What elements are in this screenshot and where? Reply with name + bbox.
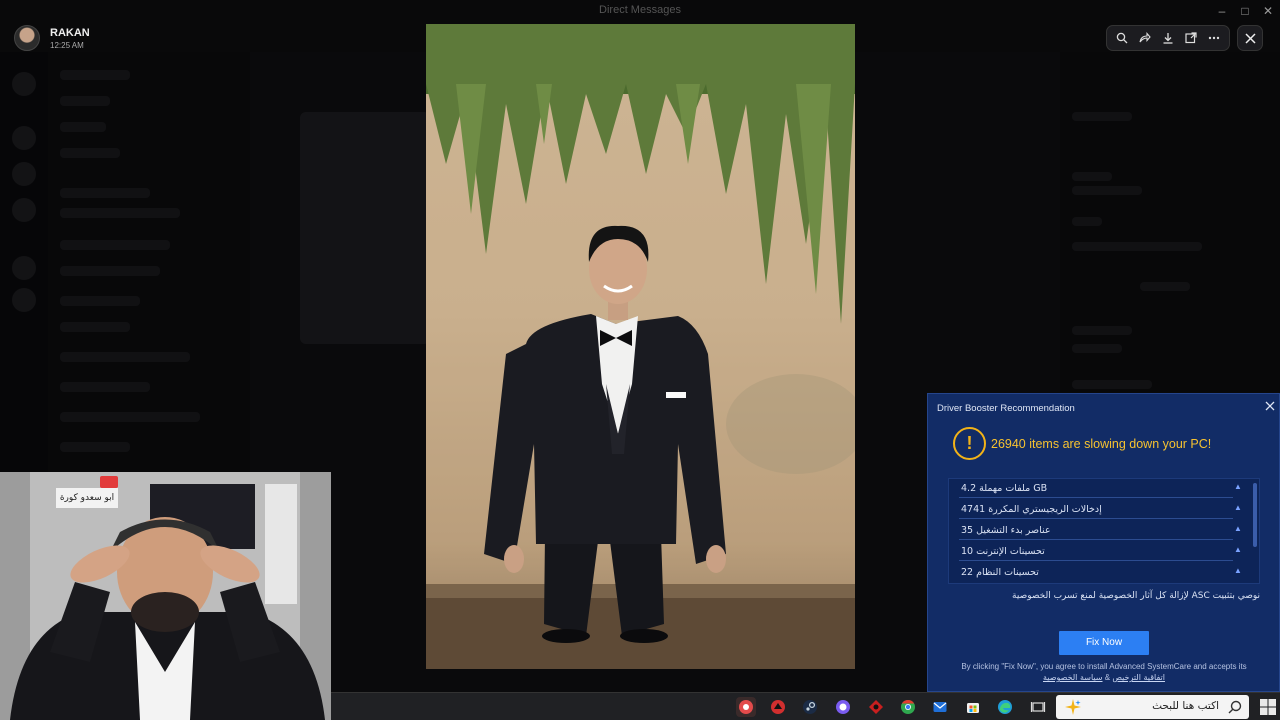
chrome-alt-icon[interactable] — [736, 697, 756, 717]
expand-arrow-icon[interactable]: ▲ — [1233, 524, 1243, 534]
chrome-icon[interactable] — [898, 697, 918, 717]
avatar[interactable] — [14, 25, 40, 51]
webcam-sign: ابو سعدو كورة — [56, 488, 118, 508]
privacy-link[interactable]: سياسة الخصوصية — [1043, 673, 1102, 682]
sparkle-icon — [1065, 699, 1081, 715]
taskbar: اكتب هنا للبحث — [331, 692, 1280, 720]
issue-label: تحسينات النظام 22 — [961, 567, 1039, 578]
viewer-image[interactable] — [426, 24, 855, 669]
link-separator: & — [1104, 673, 1111, 682]
search-icon — [1228, 700, 1242, 714]
disclaimer: By clicking "Fix Now", you agree to inst… — [942, 661, 1266, 683]
webcam-overlay: ابو سعدو كورة — [0, 472, 331, 720]
windows-start-icon[interactable] — [1259, 698, 1277, 716]
expand-arrow-icon[interactable]: ▲ — [1233, 503, 1243, 513]
list-scrollbar[interactable] — [1253, 483, 1257, 547]
disclaimer-text: By clicking "Fix Now", you agree to inst… — [961, 662, 1247, 671]
viewer-toolbar — [1106, 25, 1230, 51]
author-name: RAKAN — [50, 26, 90, 39]
issue-label: عناصر بدء التشغيل 35 — [961, 525, 1051, 536]
expand-arrow-icon[interactable]: ▲ — [1233, 566, 1243, 576]
issue-row[interactable]: عناصر بدء التشغيل 35 ▲ — [949, 521, 1249, 542]
expand-arrow-icon[interactable]: ▲ — [1233, 545, 1243, 555]
issue-label: ملفات مهملة 4.2 GB — [961, 483, 1048, 494]
mail-icon[interactable] — [930, 697, 950, 717]
title-bar: Direct Messages – □ ✕ — [0, 0, 1280, 22]
edge-icon[interactable] — [995, 697, 1015, 717]
viewer-author[interactable]: RAKAN 12:25 AM — [14, 24, 90, 52]
viewer-close-button[interactable] — [1237, 25, 1263, 51]
privacy-recommendation: نوصي بتثبيت ASC لإزالة كل آثار الخصوصية … — [1012, 591, 1260, 601]
search-placeholder[interactable]: اكتب هنا للبحث — [1152, 700, 1219, 712]
steam-icon[interactable] — [800, 697, 820, 717]
driver-booster-popup: Driver Booster Recommendation ! 26940 it… — [927, 393, 1280, 692]
warning-icon: ! — [953, 427, 986, 460]
issue-list: ملفات مهملة 4.2 GB ▲ إدخالات الريجيستري … — [948, 478, 1260, 584]
popup-title: Driver Booster Recommendation — [937, 403, 1075, 414]
author-timestamp: 12:25 AM — [50, 40, 84, 50]
expand-arrow-icon[interactable]: ▲ — [1233, 482, 1243, 492]
popup-close-icon[interactable] — [1264, 399, 1276, 411]
popup-headline: 26940 items are slowing down your PC! — [991, 437, 1212, 451]
issue-label: إدخالات الريجيستري المكررة 4741 — [961, 504, 1102, 515]
forward-icon[interactable] — [1136, 29, 1154, 47]
store-icon[interactable] — [963, 697, 983, 717]
maximize-icon[interactable]: □ — [1237, 3, 1253, 19]
window-close-icon[interactable]: ✕ — [1260, 3, 1276, 19]
zoom-icon[interactable] — [1113, 29, 1131, 47]
issue-row[interactable]: تحسينات النظام 22 ▲ — [949, 563, 1249, 584]
game-icon[interactable] — [866, 697, 886, 717]
download-icon[interactable] — [1159, 29, 1177, 47]
more-options-icon[interactable] — [1205, 29, 1223, 47]
screen: Direct Messages – □ ✕ RAKAN 12:25 AM ابو… — [0, 0, 1280, 720]
issue-row[interactable]: ملفات مهملة 4.2 GB ▲ — [949, 479, 1249, 500]
discord-icon[interactable] — [768, 697, 788, 717]
minimize-icon[interactable]: – — [1214, 3, 1230, 19]
taskbar-search[interactable]: اكتب هنا للبحث — [1056, 695, 1249, 719]
close-icon — [1244, 32, 1256, 44]
arc-icon[interactable] — [833, 697, 853, 717]
issue-row[interactable]: إدخالات الريجيستري المكررة 4741 ▲ — [949, 500, 1249, 521]
fix-now-button[interactable]: Fix Now — [1059, 631, 1149, 655]
window-title: Direct Messages — [599, 4, 681, 16]
license-link[interactable]: اتفاقية الترخيص — [1112, 673, 1165, 682]
issue-row[interactable]: تحسينات الإنترنت 10 ▲ — [949, 542, 1249, 563]
issue-label: تحسينات الإنترنت 10 — [961, 546, 1045, 557]
open-external-icon[interactable] — [1182, 29, 1200, 47]
task-view-icon[interactable] — [1028, 697, 1048, 717]
